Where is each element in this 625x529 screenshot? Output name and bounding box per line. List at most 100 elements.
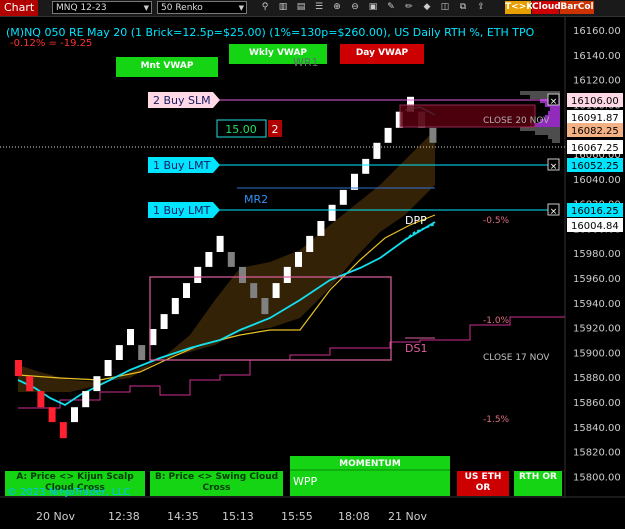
price-tick: 15840.00 (573, 423, 621, 434)
position-indicator[interactable]: 15.00 2 (216, 119, 282, 138)
us-eth-or-button[interactable]: US ETH OR (457, 471, 509, 496)
marker-icon[interactable]: ◆ (420, 1, 434, 14)
renko-brick (227, 252, 235, 267)
pct-neg10-label: -1.0% (483, 316, 510, 326)
momentum-value: WPP (293, 475, 318, 488)
renko-brick (261, 298, 269, 315)
day-vwap-button[interactable]: Day VWAP (340, 44, 424, 64)
price-marker: 16052.25 (567, 158, 623, 172)
pencil-icon[interactable]: ✏ (402, 1, 416, 14)
renko-brick (339, 189, 347, 205)
price-tick: 16140.00 (573, 51, 621, 62)
price-tick: 15820.00 (573, 448, 621, 459)
vwap-label: Day VWAP (356, 48, 409, 58)
strategy-icon[interactable]: ▣ (366, 1, 380, 14)
renko-brick (15, 360, 22, 377)
bars-icon[interactable]: ▥ (276, 1, 290, 14)
price-tick: 16120.00 (573, 76, 621, 87)
renko-brick (205, 252, 213, 267)
chevron-down-icon: ▼ (143, 4, 149, 12)
renko-brick (328, 204, 336, 221)
price-marker-text: 16004.84 (571, 221, 619, 232)
chart-title: Chart (0, 0, 38, 16)
position-qty: 2 (272, 123, 279, 136)
chevron-down-icon: ▼ (238, 4, 244, 12)
template-icon[interactable]: ▤ (294, 1, 308, 14)
renko-brick (93, 376, 101, 392)
tpo-bar (548, 135, 560, 139)
renko-brick (250, 283, 258, 298)
price-tick: 15860.00 (573, 398, 621, 409)
workspace-icon[interactable]: ◫ (438, 1, 452, 14)
dpp-label: DPP (405, 214, 427, 227)
price-marker: 16082.25 (567, 123, 623, 137)
zoom-out-icon[interactable]: ⊖ (348, 1, 362, 14)
copyright-text: © 2023 NinjaTrader, LLC (7, 487, 130, 498)
price-tick: 15800.00 (573, 472, 621, 483)
renko-brick (48, 407, 56, 423)
time-tick: 21 Nov (388, 510, 427, 523)
price-tick: 15880.00 (573, 373, 621, 384)
pct-neg05-label: -0.5% (483, 216, 510, 226)
daily-change: -0.12% = -19.25 (10, 38, 92, 49)
price-marker: 16091.87 (567, 110, 623, 124)
button-label: US ETH OR (464, 472, 502, 493)
renko-brick (216, 235, 224, 252)
price-marker: 16016.25 (567, 203, 623, 217)
tabs-icon[interactable]: ⧉ (456, 1, 470, 14)
zoom-in-icon[interactable]: ⊕ (330, 1, 344, 14)
close-17-label: CLOSE 17 NOV (483, 353, 550, 363)
swing-cross-button[interactable]: B: Price <> Swing Cloud Cross (150, 471, 283, 496)
renko-brick (115, 345, 123, 360)
period-value: 50 Renko (161, 3, 203, 13)
chart-canvas[interactable]: (M)NQ 050 RE May 20 (1 Brick=12.5p=$25.0… (0, 17, 625, 529)
cloud-button[interactable]: Cloud (532, 1, 561, 14)
renko-brick (160, 314, 168, 329)
close-x: × (550, 97, 558, 107)
period-selector[interactable]: 50 Renko ▼ (157, 1, 247, 14)
renko-brick (59, 422, 67, 439)
share-icon[interactable]: ⇪ (474, 1, 488, 14)
pct-neg15-label: -1.5% (483, 415, 510, 425)
barcol-button[interactable]: BarCol (560, 1, 594, 14)
renko-brick (295, 252, 302, 267)
button-label: RTH OR (519, 472, 557, 482)
renko-brick (26, 376, 34, 392)
time-tick: 12:38 (108, 510, 140, 523)
renko-brick (351, 173, 358, 190)
ds1-label: DS1 (405, 342, 427, 355)
search-icon[interactable]: ⚲ (258, 1, 272, 14)
instrument-selector[interactable]: MNQ 12-23 ▼ (52, 1, 152, 14)
drawing-tool-icon[interactable]: ✎ (384, 1, 398, 14)
price-tick: 15960.00 (573, 274, 621, 285)
price-marker-text: 16091.87 (571, 113, 619, 124)
properties-icon[interactable]: ☰ (312, 1, 326, 14)
tpo-bar (550, 107, 560, 111)
time-tick: 18:08 (338, 510, 370, 523)
renko-brick (239, 266, 246, 283)
tpo-bar (552, 139, 560, 143)
price-tick: 15920.00 (573, 324, 621, 335)
time-tick: 15:55 (281, 510, 313, 523)
rth-or-button[interactable]: RTH OR (514, 471, 562, 496)
mr2-label: MR2 (244, 193, 268, 206)
instrument-value: MNQ 12-23 (56, 3, 107, 13)
button-label: B: Price <> Swing Cloud Cross (154, 472, 279, 493)
tk-button[interactable]: T<>K (505, 1, 533, 14)
momentum-title: MOMENTUM (339, 459, 401, 469)
price-marker-text: 16067.25 (571, 143, 619, 154)
renko-brick (362, 158, 370, 174)
tpo-bar (535, 131, 560, 135)
price-marker-text: 16082.25 (571, 126, 619, 137)
close-x: × (550, 162, 558, 172)
mnt-vwap-button[interactable]: Mnt VWAP (116, 57, 218, 77)
renko-brick (171, 298, 179, 315)
renko-brick (82, 391, 90, 408)
price-marker-text: 16052.25 (571, 161, 619, 172)
wr1-label: WR1 (293, 56, 319, 69)
tpo-bar (548, 111, 560, 115)
time-tick: 20 Nov (36, 510, 75, 523)
renko-brick (138, 345, 146, 360)
renko-brick (194, 266, 202, 283)
renko-brick (37, 391, 45, 408)
